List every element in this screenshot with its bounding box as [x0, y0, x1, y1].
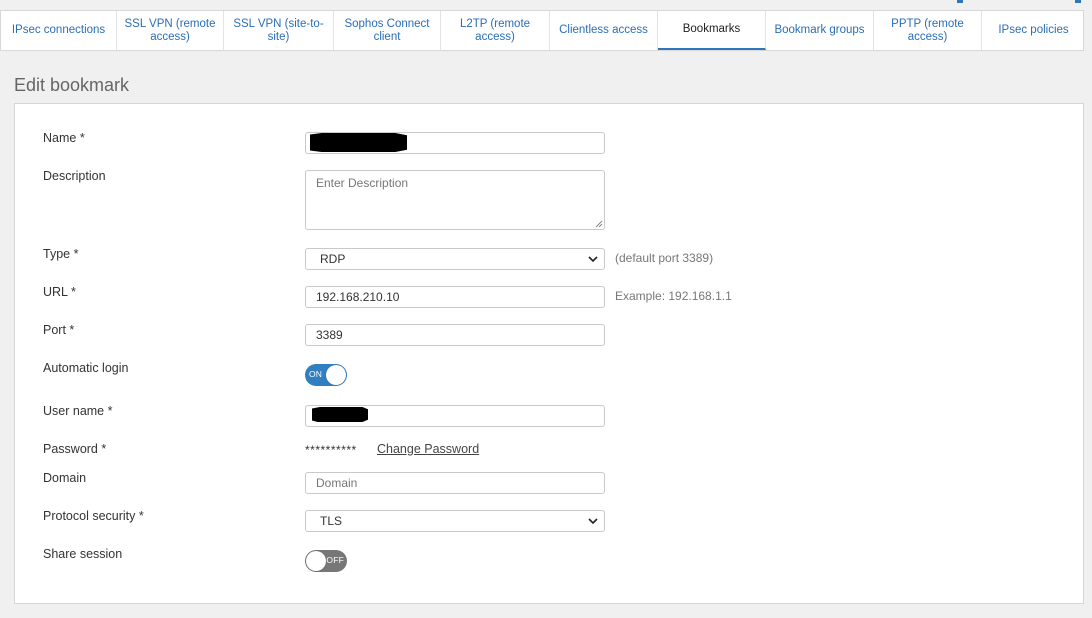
url-field[interactable] — [305, 286, 605, 308]
tab-bookmark-groups[interactable]: Bookmark groups — [766, 11, 874, 50]
description-field[interactable] — [305, 170, 605, 230]
resize-grip-icon[interactable] — [595, 220, 603, 228]
type-label: Type * — [43, 247, 79, 261]
share-session-label: Share session — [43, 547, 123, 561]
port-field[interactable] — [305, 324, 605, 346]
tab-l2tp-remote-access[interactable]: L2TP (remote access) — [441, 11, 550, 50]
header-icon-fragment — [957, 0, 963, 3]
tab-bar: IPsec connections SSL VPN (remote access… — [0, 10, 1084, 51]
protocol-security-select-value: TLS — [320, 514, 343, 528]
password-masked: ********** — [305, 443, 357, 457]
port-label: Port * — [43, 323, 75, 337]
name-label: Name * — [43, 131, 85, 145]
tab-ssl-vpn-site-to-site[interactable]: SSL VPN (site-to- site) — [224, 11, 334, 50]
protocol-security-label: Protocol security * — [43, 509, 144, 523]
tab-ipsec-policies[interactable]: IPsec policies — [982, 11, 1085, 50]
tab-ipsec-connections[interactable]: IPsec connections — [1, 11, 117, 50]
tab-sophos-connect-client[interactable]: Sophos Connect client — [334, 11, 441, 50]
automatic-login-toggle-state: ON — [309, 369, 323, 379]
type-hint: (default port 3389) — [615, 251, 714, 265]
tab-clientless-access[interactable]: Clientless access — [550, 11, 658, 50]
header-icon-fragment — [1075, 0, 1081, 3]
url-hint: Example: 192.168.1.1 — [615, 289, 732, 303]
tab-pptp-remote-access[interactable]: PPTP (remote access) — [874, 11, 982, 50]
change-password-link[interactable]: Change Password — [377, 442, 479, 456]
type-select[interactable]: RDP — [305, 248, 605, 270]
share-session-toggle[interactable]: OFF — [305, 550, 347, 572]
share-session-toggle-state: OFF — [326, 555, 344, 565]
url-label: URL * — [43, 285, 76, 299]
redacted-username — [312, 407, 368, 422]
toggle-knob — [306, 551, 326, 571]
username-label: User name * — [43, 404, 113, 418]
top-strip — [0, 0, 1092, 10]
domain-label: Domain — [43, 471, 87, 485]
description-label: Description — [43, 169, 106, 183]
protocol-security-select[interactable]: TLS — [305, 510, 605, 532]
tab-bookmarks[interactable]: Bookmarks — [658, 11, 766, 50]
domain-field[interactable] — [305, 472, 605, 494]
toggle-knob — [326, 365, 346, 385]
chevron-down-icon — [588, 518, 598, 525]
automatic-login-label: Automatic login — [43, 361, 129, 375]
password-label: Password * — [43, 442, 107, 456]
redacted-name — [310, 133, 407, 152]
chevron-down-icon — [588, 256, 598, 263]
page-title: Edit bookmark — [14, 75, 130, 95]
automatic-login-toggle[interactable]: ON — [305, 364, 347, 386]
tab-ssl-vpn-remote-access[interactable]: SSL VPN (remote access) — [117, 11, 224, 50]
type-select-value: RDP — [320, 252, 346, 266]
